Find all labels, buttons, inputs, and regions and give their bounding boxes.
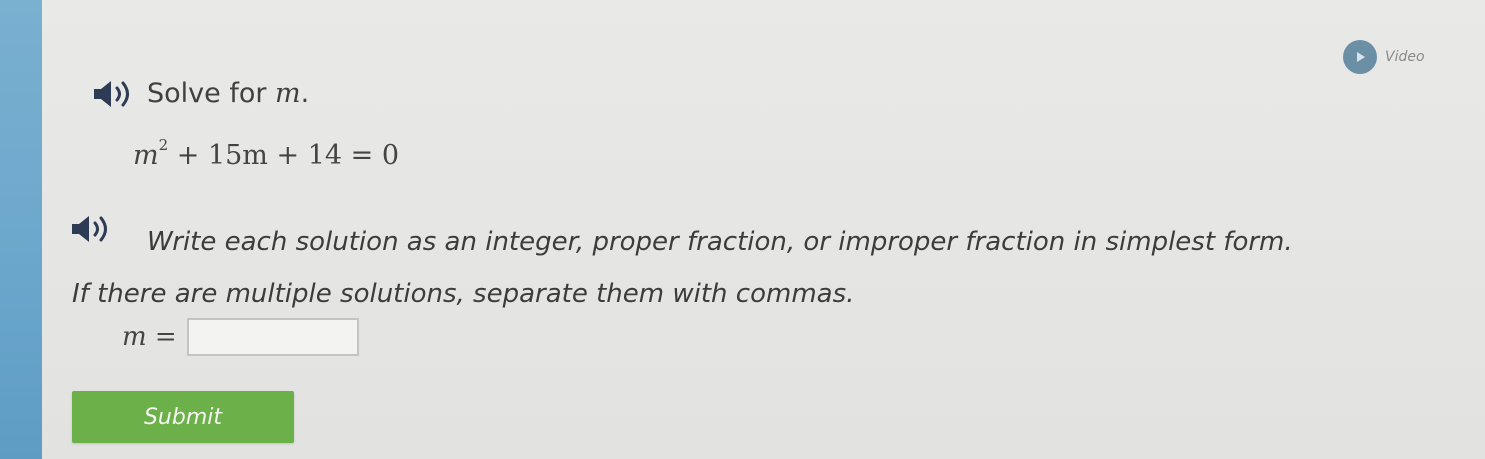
instructions: Write each solution as an integer, prope… (72, 216, 1452, 320)
prompt-end: . (300, 78, 310, 109)
equation-rest: + 15m + 14 = 0 (168, 140, 400, 171)
submit-button[interactable]: Submit (72, 391, 294, 443)
video-label: Video (1385, 49, 1425, 65)
speaker-icon[interactable] (92, 78, 136, 110)
play-icon (1343, 40, 1377, 74)
prompt-variable: m (275, 78, 301, 109)
question-prompt: Solve for m. (147, 78, 309, 109)
instructions-line-2: If there are multiple solutions, separat… (72, 279, 855, 309)
equation-base: m (133, 140, 159, 171)
equation-exponent: 2 (158, 136, 169, 154)
answer-label: m = (122, 322, 177, 352)
instructions-line-1: Write each solution as an integer, prope… (147, 227, 1293, 257)
answer-row: m = (122, 318, 359, 356)
prompt-text: Solve for (147, 78, 276, 109)
left-sidebar-strip (0, 0, 42, 459)
video-link[interactable]: Video (1343, 40, 1425, 74)
answer-input[interactable] (186, 318, 359, 356)
equation: m2 + 15m + 14 = 0 (133, 136, 400, 171)
